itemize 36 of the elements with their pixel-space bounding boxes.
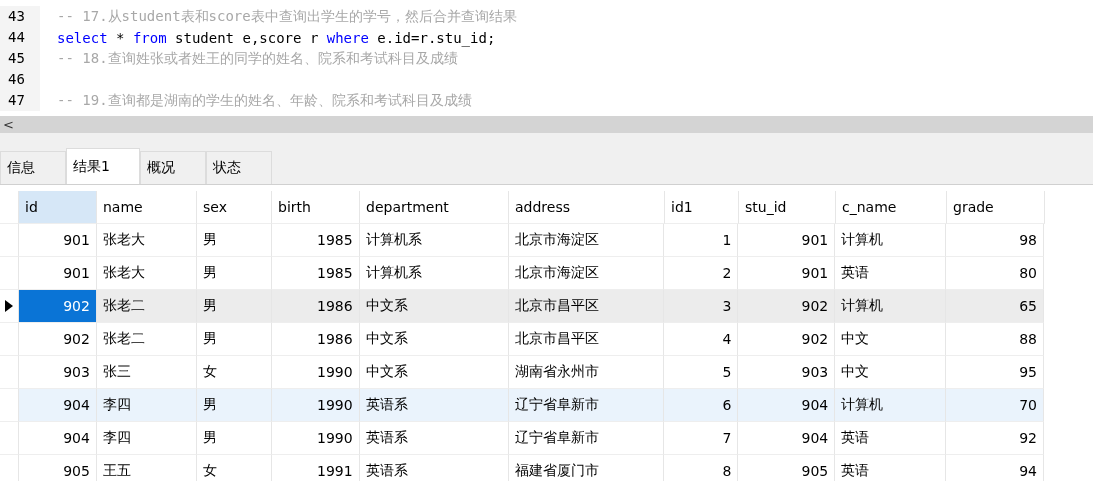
code-line: -- 18.查询姓张或者姓王的同学的姓名、院系和考试科目及成绩 bbox=[56, 49, 458, 68]
line-number: 47 bbox=[0, 90, 40, 111]
row-pointer-icon bbox=[5, 300, 13, 312]
table-cell: 1991 bbox=[271, 455, 360, 481]
table-row[interactable]: 902 张老二 男 1986 中文系 北京市昌平区 3 902 计算机 65 bbox=[0, 290, 1044, 323]
tab[interactable]: 概况 bbox=[140, 151, 206, 184]
table-cell: 8 bbox=[664, 455, 739, 481]
horizontal-scrollbar[interactable]: < bbox=[0, 116, 1093, 133]
table-row[interactable]: 904 李四 男 1990 英语系 辽宁省阜新市 6 904 计算机 70 bbox=[0, 389, 1044, 422]
table-cell: 905 bbox=[738, 455, 836, 481]
table-cell: 女 bbox=[196, 455, 272, 481]
corner-header[interactable] bbox=[0, 191, 19, 224]
line-number: 43 bbox=[0, 6, 40, 27]
line-number: 45 bbox=[0, 48, 40, 69]
line-number: 44 bbox=[0, 27, 40, 48]
table-cell: 王五 bbox=[96, 455, 197, 481]
column-header[interactable]: id bbox=[19, 191, 97, 224]
table-row[interactable]: 901 张老大 男 1985 计算机系 北京市海淀区 2 901 英语 80 bbox=[0, 257, 1044, 290]
table-cell: 英语 bbox=[835, 455, 947, 481]
table-row[interactable]: 903 张三 女 1990 中文系 湖南省永州市 5 903 中文 95 bbox=[0, 356, 1044, 389]
table-row[interactable]: 902 张老二 男 1986 中文系 北京市昌平区 4 902 中文 88 bbox=[0, 323, 1044, 356]
code-line: -- 19.查询都是湖南的学生的姓名、年龄、院系和考试科目及成绩 bbox=[56, 91, 472, 110]
tab[interactable]: 结果1 bbox=[66, 148, 140, 184]
code-line: -- 17.从student表和score表中查询出学生的学号，然后合并查询结果 bbox=[56, 7, 517, 26]
table-row[interactable]: 904 李四 男 1990 英语系 辽宁省阜新市 7 904 英语 92 bbox=[0, 422, 1044, 455]
table-cell: 905 bbox=[19, 455, 97, 481]
table-cell: 福建省厦门市 bbox=[508, 455, 665, 481]
code-line: select * from student e,score r where e.id=r.stu_id; bbox=[56, 29, 496, 46]
line-number: 46 bbox=[0, 69, 40, 90]
tab[interactable]: 状态 bbox=[206, 151, 272, 184]
scroll-left-arrow[interactable]: < bbox=[0, 117, 14, 132]
tab[interactable]: 信息 bbox=[0, 151, 66, 184]
table-row[interactable]: 901 张老大 男 1985 计算机系 北京市海淀区 1 901 计算机 98 bbox=[0, 224, 1044, 257]
table-cell: 英语系 bbox=[359, 455, 509, 481]
table-cell: 94 bbox=[946, 455, 1044, 481]
table-cell: 902 bbox=[19, 290, 97, 323]
